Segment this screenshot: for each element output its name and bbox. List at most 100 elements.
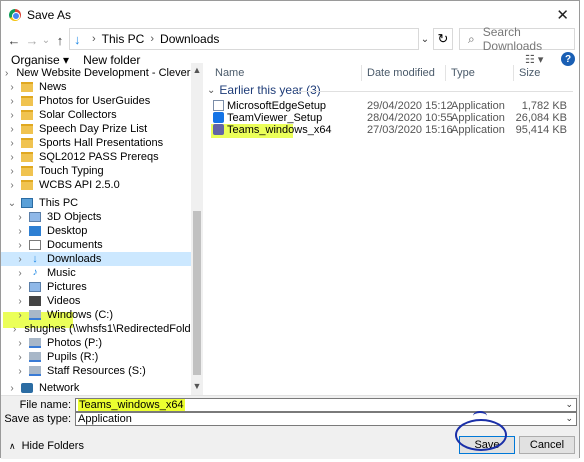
sidebar-item-shughes-h[interactable]: › shughes (\\whsfs1\RedirectedFolders) (… [1,322,203,336]
chevron-right-icon[interactable]: › [13,338,27,349]
3d-objects-icon [29,212,41,222]
chevron-right-icon[interactable]: › [13,212,27,223]
sidebar-item-videos[interactable]: › Videos [1,294,191,308]
group-divider [295,91,573,92]
chevron-right-icon[interactable]: › [13,296,27,307]
sidebar-item-downloads[interactable]: › ↓ Downloads [1,252,191,266]
forward-arrow-icon[interactable]: → [23,33,41,48]
cancel-button[interactable]: Cancel [519,436,575,454]
sidebar-item-documents[interactable]: › Documents [1,238,191,252]
file-row[interactable]: Teams_windows_x64 27/03/2020 15:16 Appli… [207,124,577,138]
drive-icon [29,310,41,320]
pen-stroke-annotation [473,411,487,421]
network-icon [21,383,33,393]
column-divider[interactable] [513,65,514,81]
chevron-right-icon[interactable]: › [13,254,27,265]
chevron-right-icon[interactable]: › [5,110,19,121]
navigation-pane: › New Website Development - CleverBox 20… [1,63,203,395]
sidebar-item-label: Solar Collectors [39,109,117,121]
save-as-dialog: Save As ✕ ← → ⌄ ↑ ↓ › This PC › Download… [0,0,580,459]
up-arrow-icon[interactable]: ↑ [51,33,69,48]
sidebar-item-label: Pictures [47,281,87,293]
chevron-down-icon[interactable]: ⌄ [207,85,215,96]
sidebar-item-speech-day-prize-list[interactable]: › Speech Day Prize List [1,122,191,136]
chevron-right-icon[interactable]: › [5,166,19,177]
sidebar-item-wcbs-api[interactable]: › WCBS API 2.5.0 [1,178,191,192]
chevron-down-icon[interactable]: ⌄ [565,413,573,424]
chevron-down-icon[interactable]: ⌄ [565,399,573,410]
sidebar-item-label: Windows (C:) [47,309,114,321]
sidebar-item-new-website-development[interactable]: › New Website Development - CleverBox 20… [1,66,203,80]
column-header-date-modified[interactable]: Date modified [367,67,435,79]
sidebar-item-windows-c[interactable]: › Windows (C:) [1,308,191,322]
file-type: Application [451,100,505,112]
sidebar-item-touch-typing[interactable]: › Touch Typing [1,164,191,178]
column-header-type[interactable]: Type [451,67,475,79]
hide-folders-button[interactable]: ∧ Hide Folders [9,440,84,452]
chevron-right-icon[interactable]: › [5,68,8,79]
sidebar-item-sql2012-pass-prereqs[interactable]: › SQL2012 PASS Prereqs [1,150,191,164]
scroll-down-icon[interactable]: ▼ [191,381,203,391]
chevron-right-icon[interactable]: › [13,324,16,335]
chevron-right-icon[interactable]: › [5,152,19,163]
group-header[interactable]: ⌄ Earlier this year (3) [207,83,321,97]
sidebar-item-network[interactable]: › Network [1,381,191,395]
folder-icon [21,180,33,190]
save-as-type-select[interactable]: Application ⌄ [75,412,577,426]
chevron-right-icon[interactable]: › [5,180,19,191]
sidebar-item-desktop[interactable]: › Desktop [1,224,191,238]
sidebar-item-label: Staff Resources (S:) [47,365,146,377]
breadcrumb-this-pc[interactable]: This PC [102,32,145,46]
downloads-icon: ↓ [74,31,81,47]
chevron-right-icon[interactable]: › [5,96,19,107]
chevron-right-icon[interactable]: › [13,282,27,293]
chevron-down-icon[interactable]: ⌄ [5,198,19,209]
file-name-value: Teams_windows_x64 [78,399,185,411]
sidebar-item-sports-hall-presentations[interactable]: › Sports Hall Presentations [1,136,191,150]
close-icon[interactable]: ✕ [556,6,569,24]
file-name-input[interactable]: Teams_windows_x64 ⌄ [75,398,577,412]
column-header-size[interactable]: Size [519,67,540,79]
folder-icon [21,138,33,148]
sidebar-item-photos-p[interactable]: › Photos (P:) [1,336,191,350]
sidebar-item-photos-for-userguides[interactable]: › Photos for UserGuides [1,94,191,108]
chevron-right-icon[interactable]: › [13,310,27,321]
chevron-right-icon[interactable]: › [5,383,19,394]
scrollbar-thumb[interactable] [193,211,201,375]
chevron-right-icon[interactable]: › [5,138,19,149]
column-divider[interactable] [445,65,446,81]
chevron-right-icon[interactable]: › [13,352,27,363]
column-header-name[interactable]: Name [215,67,244,79]
chevron-right-icon[interactable]: › [5,124,19,135]
address-bar[interactable]: ↓ › This PC › Downloads [69,28,419,50]
sidebar-item-news[interactable]: › News [1,80,191,94]
sidebar-scrollbar[interactable]: ▲ ▼ [191,63,203,395]
sidebar-item-label: Downloads [47,253,102,265]
sidebar-item-pupils-r[interactable]: › Pupils (R:) [1,350,191,364]
hide-folders-label: Hide Folders [21,440,84,452]
chevron-right-icon[interactable]: › [13,240,27,251]
chevron-right-icon[interactable]: › [5,82,19,93]
sidebar-item-solar-collectors[interactable]: › Solar Collectors [1,108,191,122]
folder-icon [21,82,33,92]
recent-locations-chevron-icon[interactable]: ⌄ [41,35,51,46]
file-name: TeamViewer_Setup [227,112,323,124]
chevron-right-icon[interactable]: › [13,226,27,237]
sidebar-item-this-pc[interactable]: ⌄ This PC [1,196,191,210]
sidebar-item-3d-objects[interactable]: › 3D Objects [1,210,191,224]
column-divider[interactable] [361,65,362,81]
breadcrumb-downloads[interactable]: Downloads [160,32,219,46]
pictures-icon [29,282,41,292]
refresh-icon[interactable]: ↻ [433,28,453,50]
sidebar-item-label: 3D Objects [47,211,102,223]
address-dropdown-icon[interactable]: ⌄ [417,28,433,50]
network-drive-icon [29,338,41,348]
back-arrow-icon[interactable]: ← [5,33,23,48]
sidebar-item-music[interactable]: › ♪ Music [1,266,191,280]
scroll-up-icon[interactable]: ▲ [191,65,203,75]
sidebar-item-staff-resources-s[interactable]: › Staff Resources (S:) [1,364,191,378]
search-input[interactable]: ⌕ Search Downloads [459,25,575,53]
sidebar-item-pictures[interactable]: › Pictures [1,280,191,294]
chevron-right-icon[interactable]: › [13,268,27,279]
chevron-right-icon[interactable]: › [13,366,27,377]
